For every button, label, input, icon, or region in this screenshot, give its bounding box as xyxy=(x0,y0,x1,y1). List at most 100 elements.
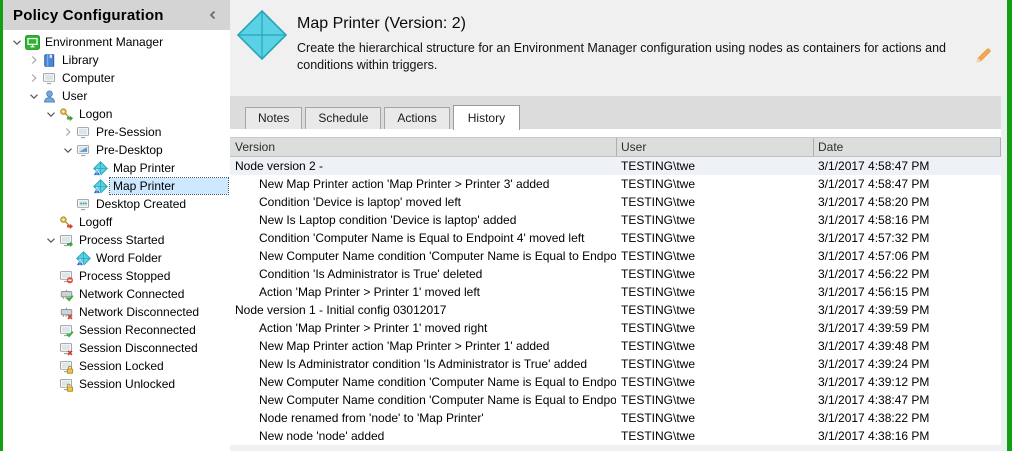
tree-item-logon[interactable]: Logon xyxy=(3,105,230,123)
user-icon xyxy=(42,88,59,104)
history-row[interactable]: Action 'Map Printer > Printer 1' moved r… xyxy=(230,319,1001,337)
cell-version: New node 'node' added xyxy=(259,429,385,443)
cell-version: Node version 2 - xyxy=(235,159,324,173)
cell-version: Node version 1 - Initial config 03012017 xyxy=(235,303,447,317)
cell-date: 3/1/2017 4:58:20 PM xyxy=(818,195,930,209)
cell-date: 3/1/2017 4:38:47 PM xyxy=(818,393,930,407)
chevron-icon[interactable] xyxy=(43,106,59,122)
tree-item-computer[interactable]: Computer xyxy=(3,69,230,87)
chevron-left-icon[interactable] xyxy=(206,8,220,22)
tree-item-pre-session[interactable]: Pre-Session xyxy=(3,123,230,141)
cell-version: Condition 'Device is laptop' moved left xyxy=(259,195,462,209)
cell-user: TESTING\twe xyxy=(621,231,696,245)
tab-strip: Notes Schedule Actions History xyxy=(230,96,1001,130)
tree-item-user[interactable]: User xyxy=(3,87,230,105)
cell-version: New Computer Name condition 'Computer Na… xyxy=(259,249,616,263)
network-connected-icon xyxy=(59,286,76,302)
tree-item-session-locked[interactable]: Session Locked xyxy=(3,357,230,375)
chevron-icon[interactable] xyxy=(60,142,76,158)
sidebar-header: Policy Configuration xyxy=(3,0,230,30)
chevron-icon[interactable] xyxy=(26,52,42,68)
history-row[interactable]: Action 'Map Printer > Printer 1' moved l… xyxy=(230,283,1001,301)
cell-user: TESTING\twe xyxy=(621,393,696,407)
session-unlocked-icon xyxy=(59,376,76,392)
tree-item-map-printer[interactable]: Map Printer xyxy=(3,159,230,177)
node-diamond-icon xyxy=(235,8,289,62)
page-header-text: Map Printer (Version: 2) Create the hier… xyxy=(289,7,1002,96)
tree-item-session-reconnected[interactable]: Session Reconnected xyxy=(3,321,230,339)
cell-version: Condition 'Is Administrator is True' del… xyxy=(259,267,483,281)
column-header-user[interactable]: User xyxy=(616,138,813,156)
tree-item-word-folder[interactable]: Word Folder xyxy=(3,249,230,267)
history-row[interactable]: New Map Printer action 'Map Printer > Pr… xyxy=(230,337,1001,355)
tree-item-map-printer[interactable]: Map Printer xyxy=(3,177,230,195)
history-row[interactable]: New Computer Name condition 'Computer Na… xyxy=(230,373,1001,391)
history-table-body: Node version 2 - TESTING\twe 3/1/2017 4:… xyxy=(230,157,1001,445)
tree-item-environment-manager[interactable]: Environment Manager xyxy=(3,33,230,51)
cell-date: 3/1/2017 4:56:15 PM xyxy=(818,285,930,299)
tab-history[interactable]: History xyxy=(452,105,521,130)
cell-user: TESTING\twe xyxy=(621,375,696,389)
tree-item-network-connected[interactable]: Network Connected xyxy=(3,285,230,303)
history-row[interactable]: New Computer Name condition 'Computer Na… xyxy=(230,391,1001,409)
cell-user: TESTING\twe xyxy=(621,303,696,317)
chevron-icon[interactable] xyxy=(26,70,42,86)
cell-version: New Computer Name condition 'Computer Na… xyxy=(259,393,616,407)
history-row[interactable]: Condition 'Computer Name is Equal to End… xyxy=(230,229,1001,247)
history-tab-panel: Version User Date Node version 2 - TESTI… xyxy=(230,129,1001,451)
cell-user: TESTING\twe xyxy=(621,339,696,353)
history-row[interactable]: Condition 'Device is laptop' moved left … xyxy=(230,193,1001,211)
session-reconnected-icon xyxy=(59,322,76,338)
cell-version: New Map Printer action 'Map Printer > Pr… xyxy=(259,339,550,353)
tab-schedule[interactable]: Schedule xyxy=(305,107,382,129)
tree-item-process-started[interactable]: Process Started xyxy=(3,231,230,249)
tree-item-pre-desktop[interactable]: Pre-Desktop xyxy=(3,141,230,159)
tree-item-process-stopped[interactable]: Process Stopped xyxy=(3,267,230,285)
edit-pencil-icon[interactable] xyxy=(974,46,993,65)
cell-date: 3/1/2017 4:57:06 PM xyxy=(818,249,930,263)
history-row[interactable]: Node version 1 - Initial config 03012017… xyxy=(230,301,1001,319)
chevron-icon[interactable] xyxy=(43,232,59,248)
cell-user: TESTING\twe xyxy=(621,249,696,263)
history-row[interactable]: New Map Printer action 'Map Printer > Pr… xyxy=(230,175,1001,193)
cell-date: 3/1/2017 4:38:22 PM xyxy=(818,411,930,425)
tree-item-network-disconnected[interactable]: Network Disconnected xyxy=(3,303,230,321)
chevron-icon[interactable] xyxy=(26,88,42,104)
logoff-icon xyxy=(59,214,76,230)
tree-item-logoff[interactable]: Logoff xyxy=(3,213,230,231)
history-row[interactable]: New Computer Name condition 'Computer Na… xyxy=(230,247,1001,265)
tab-actions[interactable]: Actions xyxy=(384,107,450,129)
history-row[interactable]: New Is Administrator condition 'Is Admin… xyxy=(230,355,1001,373)
tree-item-desktop-created[interactable]: Desktop Created xyxy=(3,195,230,213)
cell-version: New Map Printer action 'Map Printer > Pr… xyxy=(259,177,550,191)
tree-item-library[interactable]: Library xyxy=(3,51,230,69)
logon-icon xyxy=(59,106,76,122)
session-disconnected-icon xyxy=(59,340,76,356)
cell-user: TESTING\twe xyxy=(621,213,696,227)
history-table-header: Version User Date xyxy=(230,137,1001,157)
history-row[interactable]: New node 'node' added TESTING\twe 3/1/20… xyxy=(230,427,1001,445)
column-header-version[interactable]: Version xyxy=(230,138,616,156)
history-row[interactable]: Node renamed from 'node' to 'Map Printer… xyxy=(230,409,1001,427)
history-row[interactable]: Condition 'Is Administrator is True' del… xyxy=(230,265,1001,283)
tree-item-session-unlocked[interactable]: Session Unlocked xyxy=(3,375,230,393)
cell-user: TESTING\twe xyxy=(621,321,696,335)
chevron-icon[interactable] xyxy=(9,34,25,50)
chevron-icon[interactable] xyxy=(60,124,76,140)
desktop-created-icon xyxy=(76,196,93,212)
history-row[interactable]: New Is Laptop condition 'Device is lapto… xyxy=(230,211,1001,229)
column-header-date[interactable]: Date xyxy=(813,138,1001,156)
environment-manager-window: Policy Configuration Environment Manager… xyxy=(0,0,1012,451)
session-locked-icon xyxy=(59,358,76,374)
table-bottom-strip xyxy=(230,445,1001,451)
tree-item-session-disconnected[interactable]: Session Disconnected xyxy=(3,339,230,357)
cell-date: 3/1/2017 4:39:24 PM xyxy=(818,357,930,371)
history-row[interactable]: Node version 2 - TESTING\twe 3/1/2017 4:… xyxy=(230,157,1001,175)
tab-notes[interactable]: Notes xyxy=(245,107,303,129)
